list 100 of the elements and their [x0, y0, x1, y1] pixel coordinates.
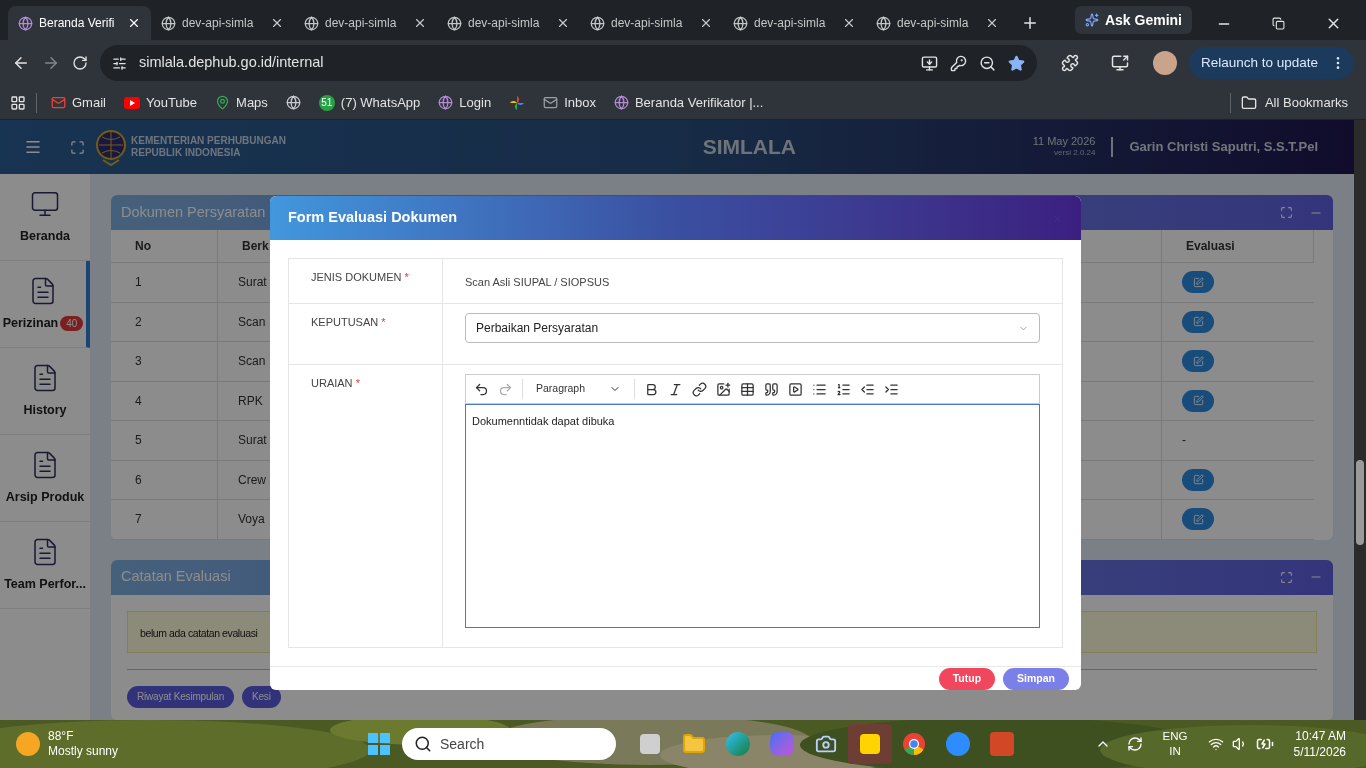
gemini-button[interactable]: Ask Gemini — [1074, 6, 1192, 34]
sidebar-label: Beranda — [20, 227, 70, 245]
pill-button[interactable]: Riwayat Kesimpulan — [127, 685, 234, 708]
globe-icon — [876, 15, 891, 31]
close-icon[interactable] — [842, 16, 856, 30]
back-icon[interactable] — [12, 54, 30, 72]
version-text: versi 2.0.24 — [1054, 147, 1096, 159]
insert-image-icon[interactable] — [716, 381, 732, 397]
indent-icon[interactable] — [884, 381, 900, 397]
bookmark[interactable]: Login — [430, 88, 500, 117]
bookmark[interactable]: Inbox — [535, 88, 604, 117]
forward-icon[interactable] — [42, 54, 60, 72]
apps-icon[interactable] — [10, 94, 26, 111]
pill-button[interactable]: Kesi — [242, 685, 281, 708]
all-bookmarks-button[interactable]: All Bookmarks — [1240, 92, 1356, 113]
scrollbar[interactable] — [1354, 120, 1366, 720]
browser-tab[interactable]: dev-api-simla — [866, 6, 1009, 40]
expand-icon[interactable] — [1280, 206, 1293, 219]
close-icon[interactable] — [699, 16, 713, 30]
reload-icon[interactable] — [72, 55, 88, 71]
decision-select[interactable]: Perbaikan Persyaratan — [465, 313, 1040, 343]
undo-icon[interactable] — [474, 381, 489, 397]
edit-button[interactable] — [1182, 350, 1214, 373]
media-icon[interactable] — [788, 381, 804, 397]
table-cell: 2 — [111, 302, 218, 342]
quote-icon[interactable] — [764, 381, 780, 397]
sync-icon[interactable] — [1126, 736, 1143, 752]
avatar[interactable] — [1152, 51, 1177, 75]
close-icon[interactable] — [270, 16, 284, 30]
new-tab-icon[interactable] — [1021, 14, 1039, 32]
bookmark[interactable]: YouTube — [115, 88, 206, 117]
edit-button[interactable] — [1182, 468, 1214, 491]
sticky-note-icon — [860, 734, 880, 754]
browser-tab[interactable]: dev-api-simla — [580, 6, 723, 40]
bullet-list-icon[interactable] — [812, 381, 828, 397]
bookmark[interactable]: Maps — [207, 88, 276, 117]
link-icon[interactable] — [692, 381, 708, 397]
windows-start-icon[interactable] — [368, 733, 390, 755]
table-cell: 4 — [111, 381, 218, 421]
table-icon[interactable] — [740, 381, 756, 397]
fullscreen-icon[interactable] — [70, 139, 85, 155]
edit-icon — [1192, 513, 1204, 525]
weather-text: Mostly sunny — [48, 744, 119, 759]
install-icon[interactable] — [920, 54, 938, 72]
bookmark[interactable]: Beranda Verifikator |... — [605, 88, 772, 117]
close-icon[interactable] — [413, 16, 427, 30]
close-icon[interactable] — [985, 16, 999, 30]
edit-button[interactable] — [1182, 508, 1214, 531]
sidebar-label: Arsip Produk — [5, 488, 85, 506]
format-select[interactable]: Paragraph — [532, 381, 626, 397]
column-header: No — [111, 230, 218, 263]
cast-icon[interactable] — [1110, 54, 1129, 72]
browser-tab[interactable]: dev-api-simla — [723, 6, 866, 40]
numbered-list-icon[interactable] — [836, 381, 852, 397]
browser-tab[interactable]: dev-api-simla — [151, 6, 294, 40]
temperature-text: 88°F — [48, 729, 75, 744]
taskbar-search[interactable]: Search — [402, 728, 616, 760]
edit-button[interactable] — [1182, 310, 1214, 333]
language-indicator[interactable]: ENG — [1162, 729, 1188, 744]
browser-tab[interactable]: dev-api-simla — [294, 6, 437, 40]
italic-icon[interactable] — [668, 381, 684, 397]
close-icon[interactable] — [127, 16, 141, 30]
table-cell: 5 — [111, 421, 218, 461]
tab-title: dev-api-simla — [182, 15, 255, 32]
expand-icon[interactable] — [1280, 570, 1293, 584]
extensions-icon[interactable] — [1060, 54, 1079, 72]
bookmark[interactable]: 51 (7) WhatsApp — [310, 88, 429, 117]
edit-icon — [1192, 316, 1204, 328]
close-icon[interactable] — [556, 16, 570, 30]
globe-icon — [304, 15, 319, 31]
mail-icon — [543, 95, 559, 110]
relaunch-button[interactable]: Relaunch to update — [1188, 47, 1354, 79]
outdent-icon[interactable] — [860, 381, 876, 397]
zoom-icon[interactable] — [978, 54, 996, 72]
edit-button[interactable] — [1182, 389, 1214, 412]
browser-tab[interactable]: dev-api-simla — [437, 6, 580, 40]
header-date: 11 May 2026 — [1032, 135, 1096, 147]
globe-icon — [161, 15, 176, 31]
bookmark-star-icon[interactable] — [1007, 54, 1025, 72]
taskbar-app[interactable] — [848, 724, 892, 764]
restore-icon[interactable] — [1272, 17, 1285, 30]
address-bar[interactable]: simlala.dephub.go.id/internal — [100, 45, 1037, 81]
wifi-icon[interactable] — [1207, 736, 1224, 752]
ministry-name: REPUBLIK INDONESIA — [131, 147, 242, 159]
browser-tab[interactable]: Beranda Verifi — [8, 6, 151, 40]
presentation-app-icon — [990, 732, 1014, 756]
sidebar-label: Team Perfor... — [4, 575, 86, 593]
key-icon[interactable] — [949, 54, 967, 72]
bookmark[interactable]: Gmail — [43, 88, 114, 117]
field-value: Scan Asli SIUPAL / SIOPSUS — [465, 276, 610, 288]
language-indicator[interactable]: IN — [1169, 744, 1181, 759]
dialog-button[interactable]: Tutup — [938, 667, 996, 690]
description-editor[interactable]: Dokumenntidak dapat dibuka — [465, 404, 1040, 628]
edit-button[interactable] — [1182, 271, 1214, 294]
globe-icon — [438, 95, 454, 110]
globe-icon — [613, 95, 629, 110]
menu-icon[interactable] — [24, 138, 42, 156]
tab-title: Beranda Verifi — [39, 15, 116, 32]
pinwheel-icon — [509, 94, 526, 111]
card-title: Dokumen Persyaratan — [121, 202, 266, 222]
